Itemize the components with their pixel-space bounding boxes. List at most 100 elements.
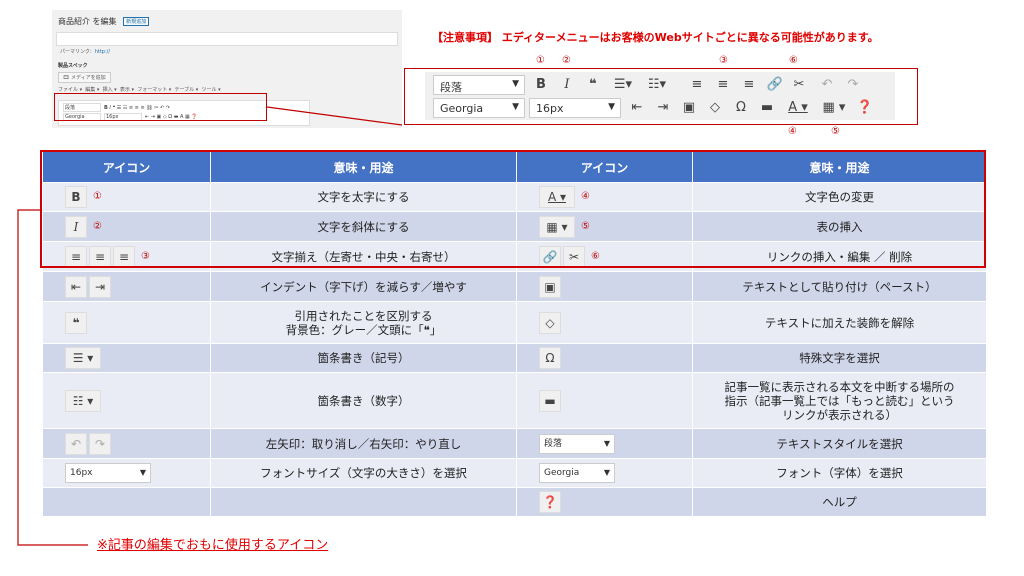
special-character-icon[interactable]: Ω — [731, 98, 751, 118]
align-right-icon[interactable]: ≡ — [739, 75, 759, 95]
icon-cell: 16px ▼ — [42, 458, 211, 488]
column-header: アイコン — [516, 151, 693, 183]
icon-reference-table: アイコン 意味・用途 アイコン 意味・用途 B① 文字を太字にする A ▾ ④ 文… — [42, 151, 987, 517]
table-row: ↶ ↷ 左矢印：取り消し／右矢印：やり直し 段落 ▼ テキストスタイルを選択 — [42, 428, 987, 459]
desc-cell: 文字色の変更 — [692, 182, 987, 212]
desc-cell: テキストとして貼り付け（ペースト） — [692, 271, 987, 302]
icon-cell — [42, 487, 211, 517]
table-row: B① 文字を太字にする A ▾ ④ 文字色の変更 — [42, 182, 987, 212]
blockquote-icon[interactable]: ❝ — [583, 75, 603, 95]
desc-cell: 記事一覧に表示される本文を中断する場所の 指示（記事一覧上では「もっと読む」という… — [692, 372, 987, 429]
redo-icon[interactable]: ↷ — [843, 75, 863, 95]
desc-cell: テキストに加えた装飾を解除 — [692, 301, 987, 344]
format-select[interactable]: 段落 ▼ — [433, 75, 525, 95]
paste-as-text-icon: ▣ — [539, 275, 561, 298]
text-color-icon[interactable]: A ▾ — [783, 98, 813, 118]
editor-toolbar-zoom: 段落 ▼ B I ❝ ☰▾ ☷▾ ≡ ≡ ≡ 🔗 ✂ ↶ ↷ Georgia ▼ 1… — [404, 68, 918, 125]
text-color-icon: A ▾ — [539, 186, 575, 208]
desc-cell: 左矢印：取り消し／右矢印：やり直し — [210, 428, 517, 459]
marker-4: ④ — [788, 126, 797, 137]
add-media-button[interactable]: 🎞 メディアを追加 — [58, 72, 111, 83]
chevron-down-icon: ▼ — [512, 102, 519, 112]
marker-5: ⑤ — [831, 126, 840, 137]
special-character-icon: Ω — [539, 347, 561, 369]
title-input[interactable] — [56, 32, 398, 46]
permalink-row: パーマリンク: http:// — [60, 49, 111, 55]
icon-cell: ≡ ≡ ≡ ③ — [42, 241, 211, 272]
outdent-icon[interactable]: ⇤ — [627, 98, 647, 118]
align-center-icon: ≡ — [89, 245, 111, 268]
clear-formatting-icon: ◇ — [539, 311, 561, 334]
desc-cell: フォントサイズ（文字の大きさ）を選択 — [210, 458, 517, 488]
desc-cell: 箇条書き（数字） — [210, 372, 517, 429]
desc-cell: 文字を斜体にする — [210, 211, 517, 242]
read-more-icon: ▬ — [539, 389, 561, 412]
column-header: 意味・用途 — [692, 151, 987, 183]
unlink-icon: ✂ — [563, 245, 585, 268]
indent-icon: ⇥ — [89, 275, 111, 298]
permalink-url[interactable]: http:// — [95, 49, 110, 55]
italic-icon[interactable]: I — [557, 75, 577, 95]
table-icon[interactable]: ▦ ▾ — [819, 98, 849, 118]
read-more-icon[interactable]: ▬ — [757, 98, 777, 118]
link-icon: 🔗 — [539, 245, 561, 268]
marker-6: ⑥ — [789, 55, 798, 66]
font-select[interactable]: Georgia ▼ — [433, 98, 525, 118]
icon-cell: Ω — [516, 343, 693, 373]
align-center-icon[interactable]: ≡ — [713, 75, 733, 95]
thumbnail-toolbar-highlight — [54, 93, 267, 121]
desc-cell: 特殊文字を選択 — [692, 343, 987, 373]
icon-cell: ☰ ▾ — [42, 343, 211, 373]
icon-cell: ❓ — [516, 487, 693, 517]
font-select-sample: Georgia ▼ — [539, 463, 615, 483]
bullet-list-icon[interactable]: ☰▾ — [609, 75, 637, 95]
italic-icon: I — [65, 215, 87, 238]
spec-label: 製品スペック — [58, 63, 88, 69]
font-size-select[interactable]: 16px ▼ — [529, 98, 621, 118]
numbered-list-icon: ☷ ▾ — [65, 389, 101, 412]
chevron-down-icon: ▼ — [139, 468, 146, 477]
blockquote-icon: ❝ — [65, 311, 87, 334]
chevron-down-icon: ▼ — [603, 438, 610, 448]
column-header: アイコン — [42, 151, 211, 183]
chevron-down-icon: ▼ — [512, 79, 519, 89]
numbered-list-icon[interactable]: ☷▾ — [643, 75, 671, 95]
new-post-button[interactable]: 新規追加 — [123, 17, 150, 26]
media-icon: 🎞 — [63, 75, 70, 81]
icon-cell: A ▾ ④ — [516, 182, 693, 212]
marker-2: ② — [562, 55, 571, 66]
link-icon[interactable]: 🔗 — [765, 75, 785, 95]
table-row: ⇤ ⇥ インデント（字下げ）を減らす／増やす ▣ テキストとして貼り付け（ペースト… — [42, 271, 987, 302]
clear-formatting-icon[interactable]: ◇ — [705, 98, 725, 118]
desc-cell: テキストスタイルを選択 — [692, 428, 987, 459]
footnote-text: ※記事の編集でおもに使用するアイコン — [97, 538, 329, 553]
align-left-icon[interactable]: ≡ — [687, 75, 707, 95]
bullet-list-icon: ☰ ▾ — [65, 347, 101, 369]
icon-cell: ☷ ▾ — [42, 372, 211, 429]
indent-icon[interactable]: ⇥ — [653, 98, 673, 118]
icon-cell: I② — [42, 211, 211, 242]
desc-cell: 箇条書き（記号） — [210, 343, 517, 373]
icon-cell: 段落 ▼ — [516, 428, 693, 459]
table-row: ❝ 引用されたことを区別する 背景色：グレー／文頭に「❝」 ◇ テキストに加えた装… — [42, 301, 987, 344]
paste-as-text-icon[interactable]: ▣ — [679, 98, 699, 118]
desc-cell: フォント（字体）を選択 — [692, 458, 987, 488]
bold-icon[interactable]: B — [531, 75, 551, 95]
unlink-icon[interactable]: ✂ — [789, 75, 809, 95]
bold-icon: B — [65, 186, 87, 208]
outdent-icon: ⇤ — [65, 275, 87, 298]
icon-cell: ▦ ▾ ⑤ — [516, 211, 693, 242]
marker-1: ① — [536, 55, 545, 66]
desc-cell — [210, 487, 517, 517]
help-icon[interactable]: ❓ — [855, 98, 875, 118]
undo-icon: ↶ — [65, 432, 87, 455]
icon-cell: B① — [42, 182, 211, 212]
table-header-row: アイコン 意味・用途 アイコン 意味・用途 — [42, 151, 987, 183]
icon-cell: 🔗 ✂ ⑥ — [516, 241, 693, 272]
table-row: ≡ ≡ ≡ ③ 文字揃え（左寄せ・中央・右寄せ） 🔗 ✂ ⑥ リンクの挿入・編集 ／ 削除 — [42, 241, 987, 272]
align-left-icon: ≡ — [65, 245, 87, 268]
desc-cell: ヘルプ — [692, 487, 987, 517]
font-size-select-sample: 16px ▼ — [65, 463, 151, 483]
notice-text: 【注意事項】 エディターメニューはお客様のWebサイトごとに異なる可能性がありま… — [432, 31, 879, 44]
undo-icon[interactable]: ↶ — [817, 75, 837, 95]
